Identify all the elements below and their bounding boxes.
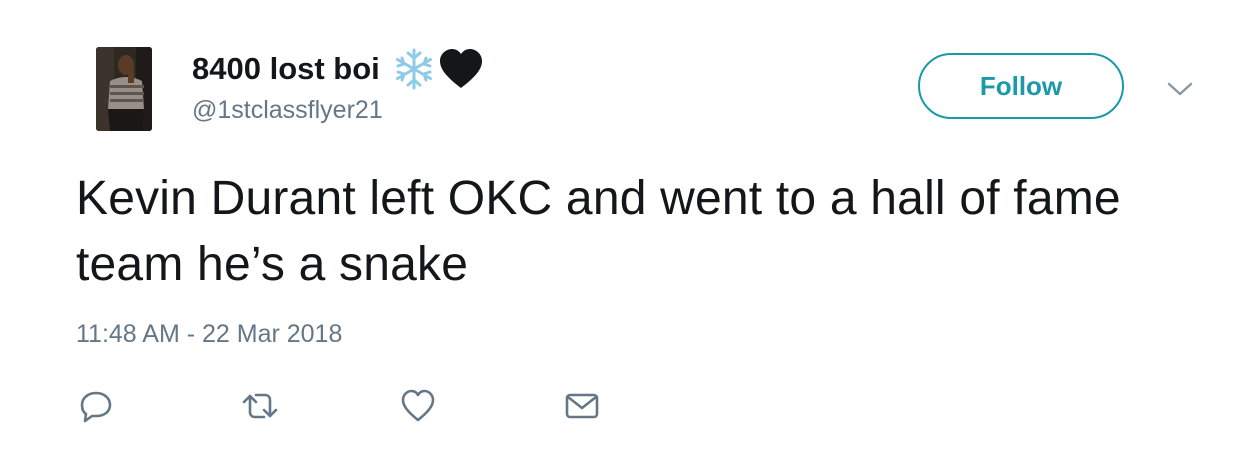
snowflake-icon <box>392 47 436 91</box>
display-name-row: 8400 lost boi <box>192 44 484 94</box>
avatar[interactable] <box>96 47 152 131</box>
reply-icon[interactable] <box>78 388 114 424</box>
tweet-timestamp[interactable]: 11:48 AM - 22 Mar 2018 <box>76 320 342 349</box>
direct-message-icon[interactable] <box>564 388 600 424</box>
black-heart-icon <box>438 48 484 90</box>
avatar-image <box>96 47 152 131</box>
display-name[interactable]: 8400 lost boi <box>192 51 380 87</box>
tweet-text: Kevin Durant left OKC and went to a hall… <box>76 172 1121 291</box>
like-icon[interactable] <box>400 388 436 424</box>
retweet-icon[interactable] <box>240 388 280 424</box>
tweet-card: 8400 lost boi @1stclassflyer21 Follow Ke… <box>0 0 1258 466</box>
user-handle[interactable]: @1stclassflyer21 <box>192 96 383 125</box>
follow-button[interactable]: Follow <box>918 53 1124 119</box>
chevron-down-icon[interactable] <box>1166 78 1194 100</box>
